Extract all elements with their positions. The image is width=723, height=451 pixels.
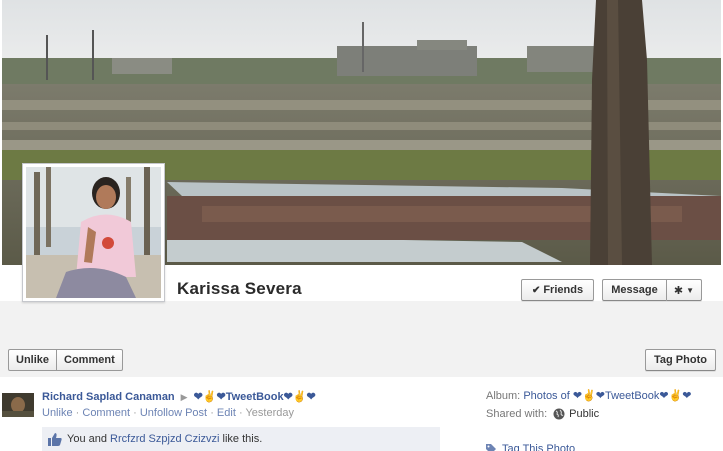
author-avatar-image	[2, 393, 34, 417]
unlike-button[interactable]: Unlike	[9, 350, 56, 370]
author-link[interactable]: Richard Saplad Canaman	[42, 391, 175, 403]
album-link[interactable]: Photos of ❤✌❤TweetBook❤✌❤	[523, 390, 691, 402]
story-author-line: Richard Saplad Canaman ▶ ❤✌❤TweetBook❤✌❤	[42, 390, 316, 403]
likes-prefix: You and	[67, 433, 107, 445]
post-timestamp[interactable]: Yesterday	[245, 407, 294, 419]
profile-picture[interactable]	[22, 163, 165, 302]
photo-action-group: Unlike Comment	[8, 349, 123, 371]
tag-this-photo[interactable]: Tag This Photo	[486, 442, 575, 451]
meta-separator: ·	[210, 407, 214, 419]
settings-dropdown-button[interactable]: ✱ ▼	[666, 279, 702, 301]
author-avatar[interactable]	[2, 393, 34, 417]
friends-button-label: Friends	[543, 284, 584, 296]
tag-this-photo-link[interactable]: Tag This Photo	[502, 443, 575, 451]
unlike-link[interactable]: Unlike	[42, 407, 73, 419]
album-label: Album:	[486, 390, 521, 402]
profile-name[interactable]: Karissa Severa	[177, 279, 302, 299]
likes-summary: You and Rrcfzrd Szpjzd Czizvzi like this…	[42, 427, 440, 451]
profile-photo-image	[26, 167, 161, 298]
thumbs-up-icon	[48, 432, 62, 446]
gear-icon: ✱	[673, 284, 684, 297]
check-icon: ✔	[531, 284, 541, 296]
privacy-info: Shared with: Public	[486, 408, 599, 420]
chevron-down-icon: ▼	[686, 285, 695, 295]
meta-separator: ·	[238, 407, 243, 419]
friends-button[interactable]: ✔ Friends	[521, 279, 594, 301]
arrow-right-icon: ▶	[180, 392, 188, 402]
privacy-value[interactable]: Public	[569, 408, 599, 420]
comment-button[interactable]: Comment	[56, 350, 122, 370]
photo-story: Richard Saplad Canaman ▶ ❤✌❤TweetBook❤✌❤ U…	[0, 377, 723, 451]
tag-photo-button[interactable]: Tag Photo	[645, 349, 716, 371]
story-meta-line: Unlike · Comment · Unfollow Post · Edit …	[42, 407, 294, 419]
comment-link[interactable]: Comment	[82, 407, 130, 419]
meta-separator: ·	[133, 407, 137, 419]
album-info: Album: Photos of ❤✌❤TweetBook❤✌❤	[486, 389, 692, 402]
shared-with-label: Shared with:	[486, 408, 548, 420]
message-button[interactable]: Message	[602, 279, 666, 301]
meta-separator: ·	[75, 407, 80, 419]
likes-suffix: like this.	[222, 433, 263, 445]
target-page-link[interactable]: ❤✌❤TweetBook❤✌❤	[194, 391, 316, 403]
message-button-label: Message	[611, 284, 658, 296]
edit-link[interactable]: Edit	[217, 407, 236, 419]
globe-icon	[553, 408, 565, 420]
tag-photo-label: Tag Photo	[654, 354, 707, 366]
unfollow-post-link[interactable]: Unfollow Post	[140, 407, 207, 419]
tag-icon	[486, 444, 496, 451]
liker-link[interactable]: Rrcfzrd Szpjzd Czizvzi	[110, 433, 219, 445]
